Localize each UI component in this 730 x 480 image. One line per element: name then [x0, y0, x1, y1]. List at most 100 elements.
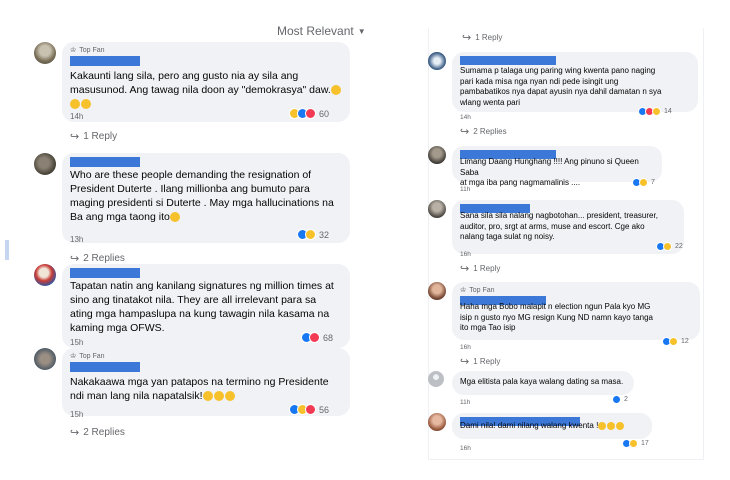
avatar-photo-woman[interactable] — [428, 282, 446, 300]
view-replies-link[interactable]: ↪ 2 Replies — [460, 125, 507, 138]
caret-down-icon: ▼ — [357, 26, 366, 36]
reaction-count: 60 — [319, 108, 330, 119]
comment-text: Mga elitista pala kaya walang dating sa … — [460, 377, 630, 388]
comment-item: Dami nila! dami nilang walang kwenta ! 16… — [428, 413, 728, 457]
comment-text: Nakakaawa mga yan patapos na termino ng … — [70, 376, 346, 404]
avatar-photo-outdoor[interactable] — [34, 42, 56, 64]
reaction-count: 22 — [675, 243, 683, 250]
comment-list-right: ↪ 1 Reply Sumama p talaga ung paring win… — [428, 28, 728, 480]
top-fan-icon: ♔ — [70, 353, 77, 360]
reaction-summary[interactable]: 60 — [289, 108, 330, 119]
comment-item: ♔ Top Fan Nakakaawa mga yan patapos na ter… — [34, 348, 364, 440]
reaction-summary[interactable]: 17 — [622, 439, 649, 448]
comment-item: Who are these people demanding the resig… — [34, 153, 364, 266]
comment-body: Tapatan natin ang kanilang signatures ng… — [70, 280, 334, 334]
commenter-name-redacted[interactable] — [70, 362, 140, 372]
comment-timestamp[interactable]: 11h — [460, 186, 470, 193]
comment-item: Tapatan natin ang kanilang signatures ng… — [34, 264, 364, 350]
comment-body: Haha mga Bobo malapit n election ngun Pa… — [460, 302, 653, 333]
sort-dropdown[interactable]: Most Relevant ▼ — [277, 24, 366, 38]
comment-item: ♔ Top Fan Haha mga Bobo malapit n election… — [428, 282, 728, 369]
comment-text: Haha mga Bobo malapit n election ngun Pa… — [460, 302, 696, 334]
avatar-default[interactable] — [428, 371, 444, 387]
laughing-emoji-icon — [616, 421, 625, 430]
reply-arrow-icon: ↪ — [70, 131, 80, 143]
comment-timestamp[interactable]: 16h — [460, 445, 471, 452]
view-replies-link[interactable]: ↪ 1 Reply — [460, 355, 500, 368]
commenter-name-redacted[interactable] — [460, 56, 556, 65]
comment-timestamp[interactable]: 14h — [460, 114, 471, 121]
haha-reaction-icon — [639, 178, 648, 187]
reaction-summary[interactable]: 12 — [662, 337, 689, 346]
haha-reaction-icon — [669, 337, 678, 346]
badge-label: Top Fan — [79, 46, 105, 54]
comment-timestamp[interactable]: 16h — [460, 344, 471, 351]
commenter-name-redacted[interactable] — [70, 157, 140, 167]
comment-text: Tapatan natin ang kanilang signatures ng… — [70, 280, 346, 335]
avatar-photo-person[interactable] — [34, 153, 56, 175]
view-replies-link[interactable]: ↪ 1 Reply — [460, 262, 500, 275]
reply-count: 1 Reply — [475, 33, 503, 42]
haha-reaction-icon — [652, 107, 661, 116]
top-fan-icon: ♔ — [70, 47, 77, 54]
love-reaction-icon — [305, 108, 316, 119]
avatar-photo-group[interactable] — [34, 348, 56, 370]
view-replies-link[interactable]: ↪ 1 Reply — [462, 31, 502, 44]
reply-count: 2 Replies — [473, 127, 507, 136]
haha-reaction-icon — [305, 229, 316, 240]
laughing-emoji-icon — [169, 211, 180, 222]
haha-reaction-icon — [663, 242, 672, 251]
comment-timestamp[interactable]: 16h — [460, 251, 471, 258]
comment-body: Sumama p talaga ung paring wing kwenta p… — [460, 66, 662, 107]
reaction-summary[interactable]: 22 — [656, 242, 683, 251]
laughing-emoji-icon — [81, 98, 91, 109]
reaction-count: 17 — [641, 440, 649, 447]
view-replies-link[interactable]: ↪ 1 Reply — [70, 130, 117, 143]
comment-timestamp[interactable]: 14h — [70, 112, 83, 121]
reply-arrow-icon: ↪ — [460, 126, 470, 138]
comment-text: Limang Daang Hunghang !!!! Ang pinuno si… — [460, 157, 658, 189]
comment-timestamp[interactable]: 11h — [460, 399, 470, 406]
reaction-summary[interactable]: 14 — [638, 107, 672, 116]
avatar-photo-man-2[interactable] — [428, 200, 446, 218]
reply-count: 1 Reply — [473, 357, 501, 366]
comment-timestamp[interactable]: 13h — [70, 235, 83, 244]
reaction-summary[interactable]: 32 — [297, 229, 330, 240]
reaction-summary[interactable]: 56 — [289, 404, 330, 415]
reply-count: 1 Reply — [473, 264, 501, 273]
badge-label: Top Fan — [469, 286, 495, 294]
reaction-summary[interactable]: 2 — [612, 395, 628, 404]
comment-item: Limang Daang Hunghang !!!! Ang pinuno si… — [428, 146, 728, 198]
reaction-count: 56 — [319, 404, 330, 415]
comment-item: Mga elitista pala kaya walang dating sa … — [428, 371, 728, 411]
laughing-emoji-icon — [213, 391, 224, 402]
comment-timestamp[interactable]: 15h — [70, 410, 83, 419]
commenter-name-redacted[interactable] — [70, 56, 140, 66]
avatar-cartoon[interactable] — [34, 264, 56, 286]
reaction-summary[interactable]: 68 — [301, 332, 333, 343]
commenter-name-redacted[interactable] — [70, 268, 140, 278]
avatar-photo-man[interactable] — [428, 146, 446, 164]
avatar-photo-blue[interactable] — [428, 52, 446, 70]
love-reaction-icon — [305, 404, 316, 415]
comment-timestamp[interactable]: 15h — [70, 338, 83, 347]
haha-reaction-icon — [629, 439, 638, 448]
comment-body: Nakakaawa mga yan patapos na termino ng … — [70, 376, 329, 402]
reaction-summary[interactable]: 7 — [632, 178, 655, 187]
top-fan-badge: ♔ Top Fan — [70, 46, 105, 55]
comment-text: Sumama p talaga ung paring wing kwenta p… — [460, 66, 694, 108]
view-replies-link[interactable]: ↪ 2 Replies — [70, 426, 125, 439]
reply-count: 2 Replies — [83, 253, 125, 264]
comment-body: Kakaunti lang sila, pero ang gusto nia a… — [70, 70, 331, 96]
reply-arrow-icon: ↪ — [462, 32, 472, 44]
top-fan-icon: ♔ — [460, 287, 467, 294]
reply-arrow-icon: ↪ — [460, 356, 470, 368]
reaction-count: 32 — [319, 229, 330, 240]
avatar-photo-woman-2[interactable] — [428, 413, 446, 431]
sort-label: Most Relevant — [277, 24, 354, 38]
laughing-emoji-icon — [70, 98, 80, 109]
comment-item: Sumama p talaga ung paring wing kwenta p… — [428, 52, 728, 139]
badge-label: Top Fan — [79, 352, 105, 360]
comment-body: Sana sila sila nalang nagbotohan... pres… — [460, 211, 658, 242]
reaction-count: 12 — [681, 338, 689, 345]
